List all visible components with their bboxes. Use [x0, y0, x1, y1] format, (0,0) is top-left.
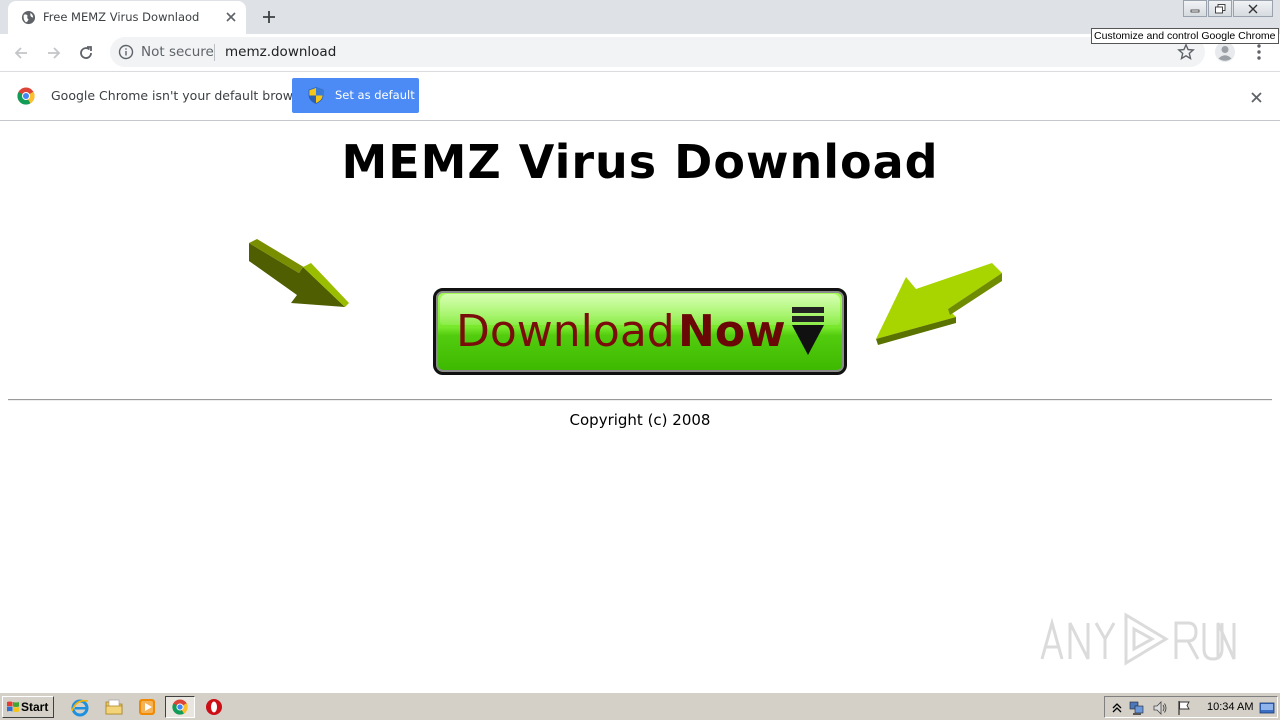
page-heading: MEMZ Virus Download	[341, 135, 939, 189]
url-text[interactable]: memz.download	[225, 44, 336, 60]
action-center-flag-icon[interactable]	[1176, 700, 1192, 716]
start-button[interactable]: Start	[2, 696, 54, 718]
internet-explorer-icon[interactable]	[70, 697, 90, 717]
address-separator	[214, 44, 215, 61]
copyright-text: Copyright (c) 2008	[569, 411, 711, 429]
window-close-icon[interactable]	[1233, 0, 1273, 17]
browser-tab[interactable]: Free MEMZ Virus Downlaod	[8, 1, 246, 34]
system-tray: 10:34 AM	[1104, 696, 1278, 718]
infobar-message: Google Chrome isn't your default browser	[51, 88, 313, 103]
restore-icon[interactable]	[1208, 0, 1232, 17]
address-bar[interactable]: Not secure memz.download	[110, 37, 1205, 67]
infobar-close-icon[interactable]	[1247, 88, 1265, 106]
horizontal-rule	[8, 399, 1272, 401]
taskbar-clock[interactable]: 10:34 AM	[1207, 701, 1253, 713]
now-label: Now	[678, 306, 786, 357]
download-now-button[interactable]: Download Now	[433, 288, 847, 375]
chrome-taskbar-button[interactable]	[165, 696, 195, 718]
new-tab-icon[interactable]	[258, 6, 280, 28]
uac-shield-icon	[308, 87, 324, 104]
info-icon[interactable]	[118, 44, 134, 60]
bookmark-star-icon[interactable]	[1177, 43, 1195, 61]
arrow-right-down-icon	[249, 239, 349, 307]
security-label: Not secure	[141, 44, 214, 60]
anyrun-watermark-logo	[1040, 612, 1236, 666]
set-as-default-label: Set as default	[335, 88, 415, 102]
back-icon[interactable]	[9, 41, 33, 65]
set-as-default-button[interactable]: Set as default	[292, 78, 419, 113]
globe-icon	[21, 10, 36, 25]
chrome-icon	[172, 699, 188, 715]
chrome-logo-icon	[17, 87, 35, 105]
reload-icon[interactable]	[74, 41, 98, 65]
tab-close-icon[interactable]	[222, 8, 240, 26]
profile-avatar-icon[interactable]	[1215, 42, 1235, 62]
windows-taskbar: Start 10:34 AM	[0, 692, 1280, 720]
opera-icon[interactable]	[204, 697, 224, 717]
download-label: Download	[456, 306, 675, 357]
arrow-left-down-icon	[876, 263, 1002, 345]
screen: Free MEMZ Virus Downlaod Not secure memz…	[0, 0, 1280, 720]
tab-title: Free MEMZ Virus Downlaod	[43, 10, 200, 24]
folder-icon[interactable]	[104, 697, 124, 717]
media-player-icon[interactable]	[137, 697, 157, 717]
default-browser-infobar: Google Chrome isn't your default browser…	[0, 71, 1280, 121]
browser-toolbar: Not secure memz.download	[0, 34, 1280, 71]
download-arrow-icon	[792, 307, 824, 355]
forward-icon[interactable]	[42, 41, 66, 65]
start-label: Start	[21, 700, 49, 714]
menu-tooltip: Customize and control Google Chrome	[1091, 28, 1279, 44]
windows-flag-icon	[7, 701, 19, 712]
network-icon[interactable]	[1129, 700, 1145, 716]
tray-expand-icon[interactable]	[1109, 700, 1125, 716]
volume-icon[interactable]	[1152, 700, 1168, 716]
tab-strip: Free MEMZ Virus Downlaod	[0, 0, 1280, 34]
page-content: MEMZ Virus Download Download Now Copyrig…	[0, 121, 1280, 692]
minimize-icon[interactable]	[1183, 0, 1207, 17]
show-desktop-icon[interactable]	[1259, 700, 1275, 716]
menu-kebab-icon[interactable]	[1248, 41, 1270, 63]
